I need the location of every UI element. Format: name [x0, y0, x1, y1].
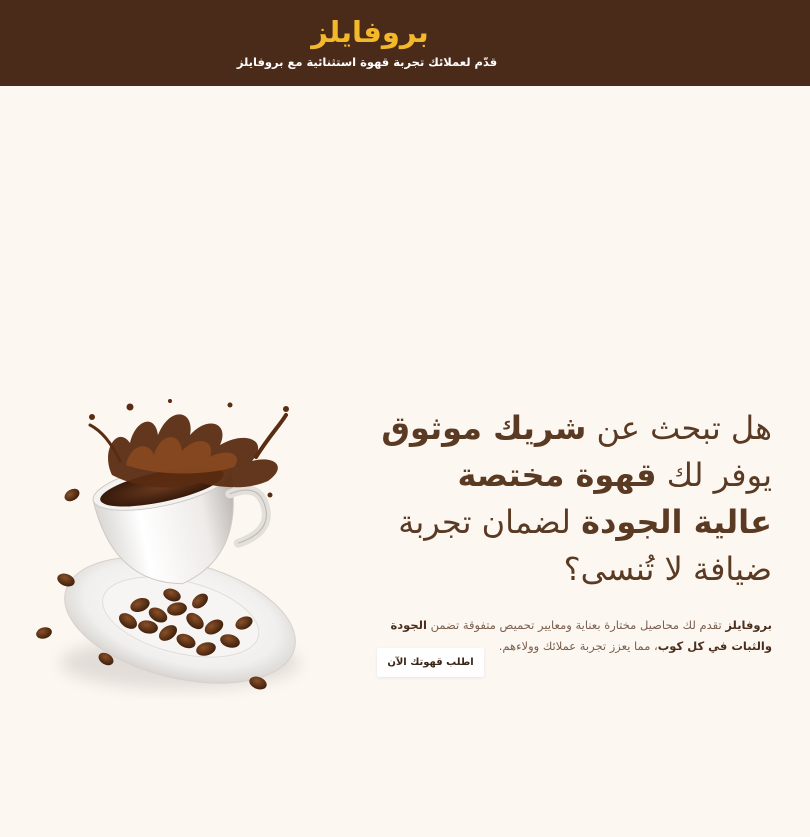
headline-emphasis-partner: شريك موثوق: [381, 409, 587, 447]
hero-headline: هل تبحث عن شريك موثوق يوفر لك قهوة مختصة…: [372, 405, 772, 593]
hero-text-block: هل تبحث عن شريك موثوق يوفر لك قهوة مختصة…: [372, 405, 772, 657]
headline-text: يوفر لك: [656, 456, 772, 494]
coffee-cup-splash-illustration: [30, 395, 310, 705]
headline-text: هل تبحث عن: [586, 409, 772, 447]
description-text: تقدم لك محاصيل مختارة بعناية ومعايير تحم…: [426, 618, 726, 632]
brand-logo-text[interactable]: بروفايلز: [310, 12, 430, 52]
site-header: بروفايلز قدّم لعملائك تجربة قهوة استثنائ…: [0, 0, 810, 86]
description-text: ، مما يعزز تجربة عملائك وولاءهم.: [498, 639, 658, 653]
description-brand: بروفايلز: [725, 618, 772, 632]
order-coffee-button[interactable]: اطلب قهوتك الآن: [377, 648, 484, 677]
header-tagline: قدّم لعملائك تجربة قهوة استثنائية مع برو…: [236, 55, 498, 69]
